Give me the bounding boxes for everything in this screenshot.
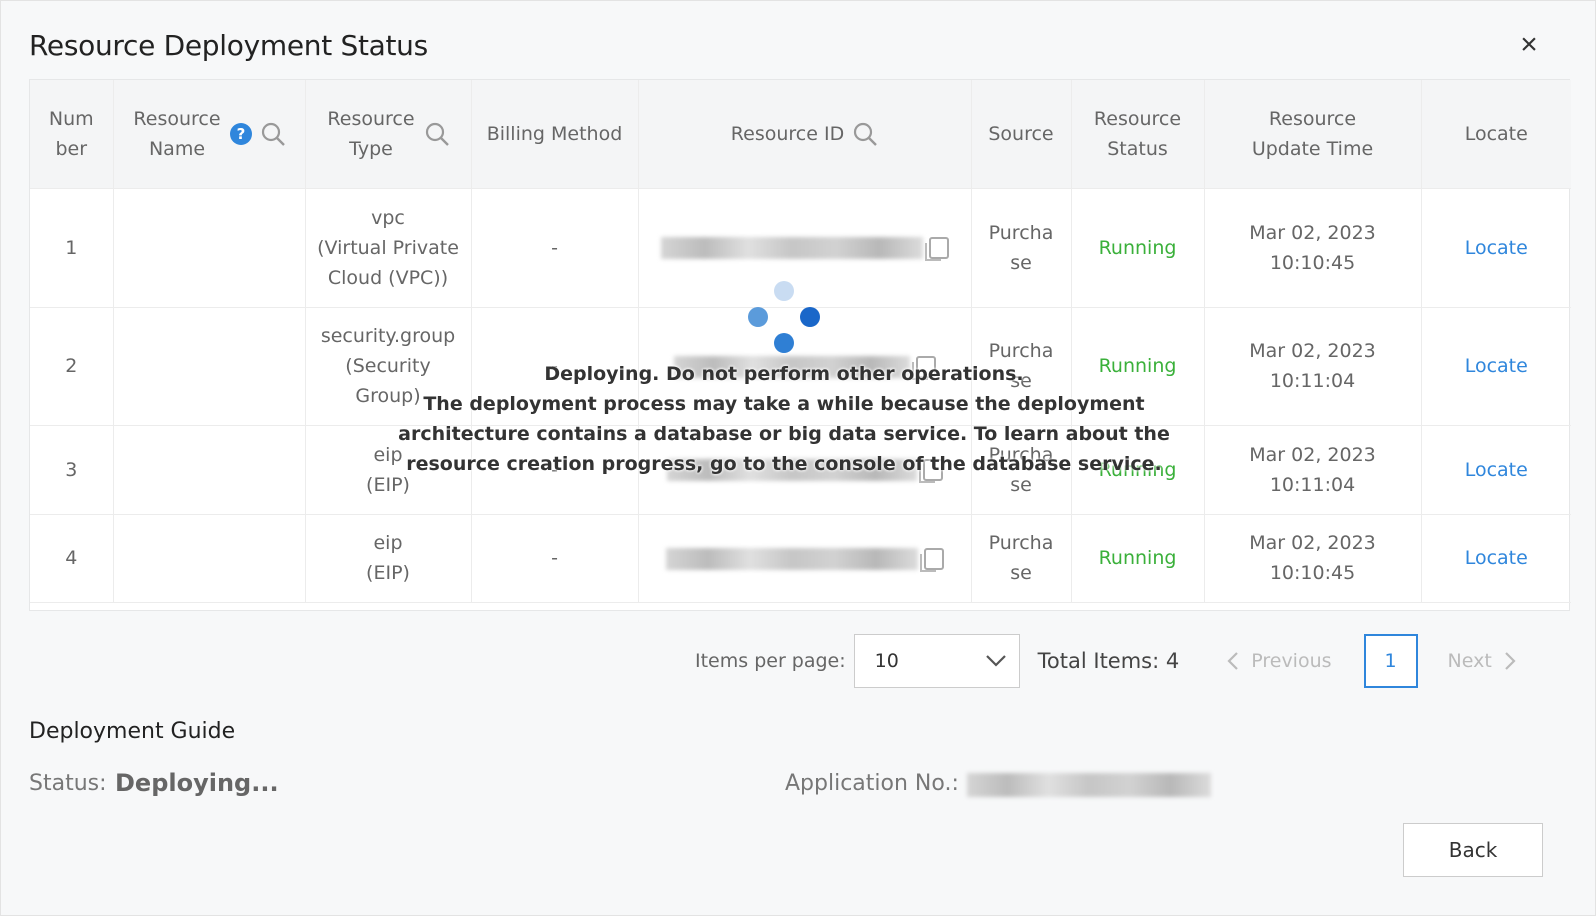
col-resource-status: Resource Status	[1071, 80, 1205, 189]
copy-icon[interactable]	[919, 547, 944, 572]
source-cell: Purchase	[971, 307, 1072, 426]
status-label: Status:	[29, 771, 107, 796]
status-running: Running	[1071, 307, 1205, 426]
copy-icon[interactable]	[924, 237, 949, 261]
resource-id-cell	[638, 425, 972, 515]
col-locate: Locate	[1421, 80, 1571, 189]
resource-name-cell	[113, 425, 306, 515]
status-running: Running	[1071, 425, 1205, 515]
redacted-application-no	[967, 773, 1211, 797]
update-time-cell: Mar 02, 2023 10:10:45	[1204, 188, 1422, 308]
next-label: Next	[1447, 650, 1492, 672]
chevron-left-icon	[1227, 652, 1239, 670]
copy-icon[interactable]	[911, 355, 936, 380]
items-per-page-label: Items per page:	[695, 650, 846, 672]
items-per-page-value: 10	[874, 650, 899, 672]
resource-table: Num ber Resource Name ? Resource Type Bi…	[29, 79, 1571, 611]
locate-link[interactable]: Locate	[1421, 425, 1571, 515]
resource-id-cell	[638, 514, 972, 603]
total-items: Total Items: 4	[1037, 649, 1180, 673]
billing-method-cell: -	[471, 307, 639, 426]
deployment-status-dialog: Resource Deployment Status × Num ber Res…	[0, 0, 1596, 916]
resource-id-cell	[638, 307, 972, 426]
items-per-page-select[interactable]: 10	[853, 634, 1020, 688]
billing-method-cell: -	[471, 514, 639, 603]
source-cell: Purchase	[971, 425, 1072, 515]
resource-name-cell	[113, 514, 306, 603]
row-number: 4	[30, 514, 114, 603]
col-resource-id: Resource ID	[638, 80, 972, 189]
billing-method-cell: -	[471, 188, 639, 308]
resource-name-cell	[113, 188, 306, 308]
deployment-guide-heading: Deployment Guide	[29, 719, 236, 744]
dialog-title: Resource Deployment Status	[29, 29, 428, 62]
table-row: 1 vpc (Virtual Private Cloud (VPC)) - Purc…	[30, 188, 1571, 308]
close-icon[interactable]: ×	[1513, 29, 1545, 61]
row-number: 3	[30, 425, 114, 515]
resource-type-cell: eip (EIP)	[305, 425, 472, 515]
table-row: 4 eip (EIP) - Purchase Running Mar 02, 20…	[30, 514, 1571, 603]
redacted-resource-id	[665, 547, 918, 570]
table-header-row: Num ber Resource Name ? Resource Type Bi…	[30, 80, 1571, 189]
copy-icon[interactable]	[918, 459, 943, 483]
resource-type-cell: vpc (Virtual Private Cloud (VPC))	[305, 188, 472, 308]
status-running: Running	[1071, 188, 1205, 308]
table-row: 3 eip (EIP) - Purchase Running Mar 02, 20…	[30, 425, 1571, 515]
locate-link[interactable]: Locate	[1421, 188, 1571, 308]
help-icon[interactable]: ?	[230, 122, 252, 145]
billing-method-cell: -	[471, 425, 639, 515]
update-time-cell: Mar 02, 2023 10:11:04	[1204, 307, 1422, 426]
locate-link[interactable]: Locate	[1421, 514, 1571, 603]
search-icon[interactable]	[424, 121, 450, 147]
status-value: Deploying...	[115, 769, 279, 797]
redacted-resource-id	[673, 355, 910, 378]
previous-button[interactable]: Previous	[1227, 650, 1332, 672]
source-cell: Purchase	[971, 514, 1072, 603]
chevron-down-icon	[985, 655, 1006, 667]
search-icon[interactable]	[852, 121, 878, 147]
redacted-resource-id	[660, 237, 923, 259]
resource-type-cell: eip (EIP)	[305, 514, 472, 603]
search-icon[interactable]	[260, 121, 286, 147]
resource-id-cell	[638, 188, 972, 308]
col-update-time: Resource Update Time	[1204, 80, 1422, 189]
col-number: Num ber	[30, 80, 114, 189]
next-button[interactable]: Next	[1448, 650, 1516, 672]
update-time-cell: Mar 02, 2023 10:11:04	[1204, 425, 1422, 515]
locate-link[interactable]: Locate	[1421, 307, 1571, 426]
application-no-label: Application No.:	[785, 771, 959, 796]
previous-label: Previous	[1251, 650, 1332, 672]
chevron-right-icon	[1505, 652, 1516, 670]
col-billing-method: Billing Method	[471, 80, 639, 189]
update-time-cell: Mar 02, 2023 10:10:45	[1204, 514, 1422, 603]
row-number: 1	[30, 188, 114, 308]
source-cell: Purchase	[971, 188, 1072, 308]
pagination: Items per page: 10 Total Items: 4 Previo…	[695, 633, 1516, 689]
table-row: 2 security.group (Security Group) - Purcha…	[30, 307, 1571, 426]
col-resource-name: Resource Name ?	[113, 80, 306, 189]
resource-type-cell: security.group (Security Group)	[305, 307, 472, 426]
col-source: Source	[971, 80, 1072, 189]
resource-name-cell	[113, 307, 306, 426]
col-resource-type: Resource Type	[305, 80, 472, 189]
back-button[interactable]: Back	[1403, 823, 1543, 877]
row-number: 2	[30, 307, 114, 426]
page-1-button[interactable]: 1	[1363, 634, 1418, 688]
status-running: Running	[1071, 514, 1205, 603]
redacted-resource-id	[666, 459, 917, 481]
